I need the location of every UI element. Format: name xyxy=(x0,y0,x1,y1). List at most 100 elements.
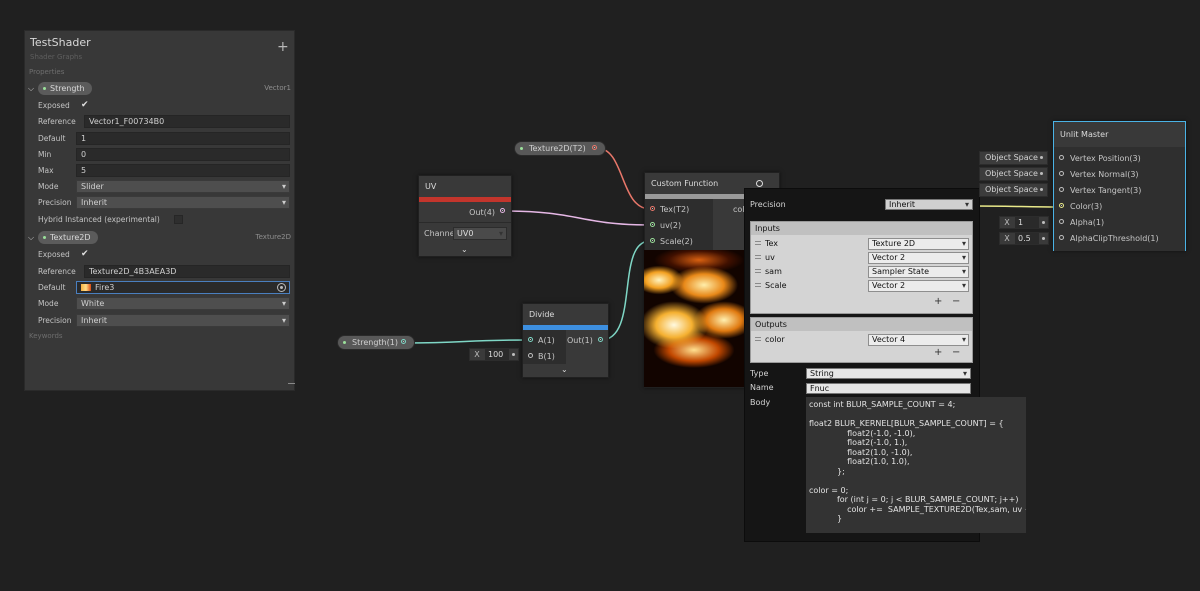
edge-texture-to-tex xyxy=(596,147,651,210)
tex-port-label: Tex(T2) xyxy=(660,205,690,214)
input-type-dropdown[interactable]: Texture 2D xyxy=(868,238,969,250)
color-port[interactable] xyxy=(1059,203,1064,208)
name-label: Name xyxy=(750,383,774,392)
texture-type-icon xyxy=(520,147,523,150)
channel-label: Channel xyxy=(424,229,456,238)
remove-input-button[interactable]: − xyxy=(952,296,960,307)
node-label: Strength(1) xyxy=(352,338,398,347)
alpha-port[interactable] xyxy=(1059,219,1064,224)
drag-handle-icon[interactable] xyxy=(755,337,761,341)
connector-dot xyxy=(1040,188,1043,191)
fire-texture-preview xyxy=(644,250,744,387)
output-name: color xyxy=(765,335,785,344)
output-type-dropdown[interactable]: Vector 4 xyxy=(868,334,969,346)
connector-dot xyxy=(1042,237,1045,240)
function-name-field[interactable]: Fnuc xyxy=(806,383,971,394)
vertex-normal-port[interactable] xyxy=(1059,171,1064,176)
port-label: Vertex Normal(3) xyxy=(1070,170,1139,179)
alpha-default-field[interactable]: X 1 xyxy=(999,216,1049,229)
a-input-port[interactable] xyxy=(528,337,533,342)
drag-handle-icon[interactable] xyxy=(755,283,761,287)
type-label: Type xyxy=(750,369,769,378)
vertex-position-port[interactable] xyxy=(1059,155,1064,160)
add-output-button[interactable]: + xyxy=(934,347,942,358)
output-port[interactable] xyxy=(401,339,406,344)
gear-icon[interactable] xyxy=(756,180,763,187)
out-port-label: Out(1) xyxy=(567,336,593,345)
b-value[interactable]: 100 xyxy=(485,349,509,360)
drag-handle-icon[interactable] xyxy=(755,255,761,259)
output-port[interactable] xyxy=(592,145,597,150)
x-label: X xyxy=(1004,234,1010,243)
port-label: Alpha(1) xyxy=(1070,218,1105,227)
precision-label: Precision xyxy=(750,200,786,209)
input-type-dropdown[interactable]: Sampler State xyxy=(868,266,969,278)
drag-handle-icon[interactable] xyxy=(755,269,761,273)
port-label: Vertex Tangent(3) xyxy=(1070,186,1142,195)
add-input-button[interactable]: + xyxy=(934,296,942,307)
edge-strength-to-a xyxy=(403,339,531,344)
vector1-type-icon xyxy=(343,341,346,344)
alpha-clip-value[interactable]: 0.5 xyxy=(1015,233,1039,244)
unlit-master-node[interactable]: Unlit Master Vertex Position(3) Vertex N… xyxy=(1053,121,1186,251)
alpha-clip-default-field[interactable]: X 0.5 xyxy=(999,232,1049,245)
remove-output-button[interactable]: − xyxy=(952,347,960,358)
input-row[interactable]: sam Sampler State xyxy=(751,265,972,279)
divide-b-default-field[interactable]: X 100 xyxy=(469,348,519,361)
inputs-header: Inputs xyxy=(751,222,972,235)
divider xyxy=(419,222,511,223)
function-body-textarea[interactable]: const int BLUR_SAMPLE_COUNT = 4; float2 … xyxy=(806,397,1026,533)
channel-dropdown[interactable]: UV0 xyxy=(453,227,507,240)
precision-dropdown[interactable]: Inherit xyxy=(885,199,973,210)
vertex-tangent-space-field[interactable]: Object Space xyxy=(979,183,1048,197)
space-label: Object Space xyxy=(985,169,1038,178)
input-row[interactable]: Scale Vector 2 xyxy=(751,279,972,293)
x-label: X xyxy=(474,350,480,359)
input-name: uv xyxy=(765,253,775,262)
connector-dot xyxy=(1040,172,1043,175)
out-port[interactable] xyxy=(500,208,505,213)
out-port[interactable] xyxy=(598,337,603,342)
uv-input-port[interactable] xyxy=(650,222,655,227)
tex-input-port[interactable] xyxy=(650,206,655,211)
connector-dot xyxy=(512,353,515,356)
vertex-position-space-field[interactable]: Object Space xyxy=(979,151,1048,165)
uv-node[interactable]: UV Out(4) Channel UV0 ⌄ xyxy=(418,175,512,257)
collapse-chevron-icon[interactable]: ⌄ xyxy=(461,245,468,254)
drag-handle-icon[interactable] xyxy=(755,241,761,245)
collapse-chevron-icon[interactable]: ⌄ xyxy=(561,365,568,374)
scale-input-port[interactable] xyxy=(650,238,655,243)
alpha-clip-threshold-port[interactable] xyxy=(1059,235,1064,240)
node-label: Texture2D(T2) xyxy=(529,144,586,153)
b-input-port[interactable] xyxy=(528,353,533,358)
type-dropdown[interactable]: String xyxy=(806,368,971,379)
outputs-header: Outputs xyxy=(751,318,972,331)
input-type-dropdown[interactable]: Vector 2 xyxy=(868,252,969,264)
body-label: Body xyxy=(750,398,771,407)
input-type-dropdown[interactable]: Vector 2 xyxy=(868,280,969,292)
input-name: sam xyxy=(765,267,782,276)
input-name: Scale xyxy=(765,281,787,290)
port-label: Color(3) xyxy=(1070,202,1103,211)
divide-node[interactable]: Divide A(1) B(1) Out(1) ⌄ xyxy=(522,303,609,378)
input-row[interactable]: uv Vector 2 xyxy=(751,251,972,265)
strength-property-node[interactable]: Strength(1) xyxy=(337,335,415,350)
input-row[interactable]: Tex Texture 2D xyxy=(751,237,972,251)
texture2d-property-node[interactable]: Texture2D(T2) xyxy=(514,141,606,156)
x-label: X xyxy=(1004,218,1010,227)
b-port-label: B(1) xyxy=(538,352,555,361)
vertex-tangent-port[interactable] xyxy=(1059,187,1064,192)
input-name: Tex xyxy=(765,239,779,248)
uv-port-label: uv(2) xyxy=(660,221,682,230)
a-port-label: A(1) xyxy=(538,336,555,345)
vertex-normal-space-field[interactable]: Object Space xyxy=(979,167,1048,181)
alpha-value[interactable]: 1 xyxy=(1015,217,1039,228)
node-title: Divide xyxy=(523,304,608,325)
output-row[interactable]: color Vector 4 xyxy=(751,333,972,347)
node-type-bar xyxy=(419,197,511,202)
port-label: Vertex Position(3) xyxy=(1070,154,1141,163)
connector-dot xyxy=(1042,221,1045,224)
port-label: AlphaClipThreshold(1) xyxy=(1070,234,1159,243)
node-title: UV xyxy=(419,176,511,197)
node-title: Unlit Master xyxy=(1054,122,1185,146)
